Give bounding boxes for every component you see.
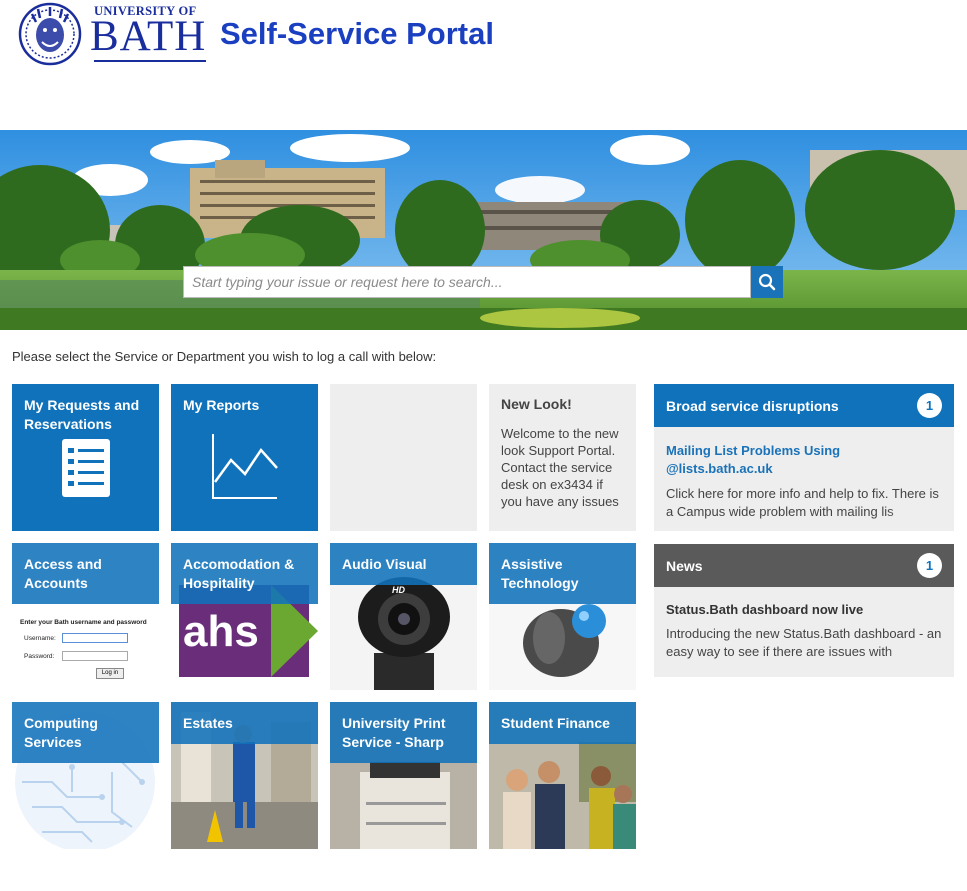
search-bar — [183, 266, 783, 298]
tile-accommodation[interactable]: ahs Accomodation & Hospitality — [171, 543, 318, 690]
seal-icon — [18, 2, 82, 66]
search-button[interactable] — [751, 266, 783, 298]
news-header[interactable]: News 1 — [654, 544, 954, 587]
disruptions-panel: Broad service disruptions 1 Mailing List… — [654, 384, 954, 531]
news-item-title[interactable]: Status.Bath dashboard now live — [666, 602, 863, 617]
new-look-tile: New Look! Welcome to the new look Suppor… — [489, 384, 636, 531]
tile-access-accounts[interactable]: Enter your Bath username and password Us… — [12, 543, 159, 690]
tile-label: Access and Accounts — [24, 556, 102, 591]
hero-banner — [0, 130, 967, 330]
logo-underline — [94, 60, 206, 62]
page-header: UNIVERSITY OF BATH Self-Service Portal — [0, 0, 967, 130]
tile-label: University Print Service - Sharp — [342, 715, 446, 750]
news-panel: News 1 Status.Bath dashboard now live In… — [654, 544, 954, 677]
disruptions-body: Mailing List Problems Using @lists.bath.… — [654, 427, 954, 531]
tile-my-requests[interactable]: My Requests and Reservations — [12, 384, 159, 531]
text-fade — [884, 643, 954, 661]
tile-student-finance[interactable]: Student Finance — [489, 702, 636, 849]
login-button-image: Log in — [96, 668, 124, 679]
search-input[interactable] — [183, 266, 751, 298]
tile-label: Assistive Technology — [501, 556, 579, 591]
empty-tile — [330, 384, 477, 531]
disruptions-count-badge: 1 — [917, 393, 942, 418]
tile-label: Student Finance — [501, 715, 610, 731]
tile-audio-visual[interactable]: HD Audio Visual — [330, 543, 477, 690]
tile-computing-services[interactable]: Computing Services — [12, 702, 159, 849]
tile-label: My Requests and Reservations — [24, 397, 140, 432]
new-look-title: New Look! — [501, 396, 572, 412]
news-count-badge: 1 — [917, 553, 942, 578]
university-logo[interactable]: UNIVERSITY OF BATH — [18, 2, 208, 66]
disruptions-header[interactable]: Broad service disruptions 1 — [654, 384, 954, 427]
tile-assistive-technology[interactable]: Assistive Technology — [489, 543, 636, 690]
login-password-box — [62, 651, 128, 661]
tile-my-reports[interactable]: My Reports — [171, 384, 318, 531]
login-username-box — [62, 633, 128, 643]
tile-label: Audio Visual — [342, 556, 427, 572]
tile-estates[interactable]: Estates — [171, 702, 318, 849]
campus-photo — [0, 130, 967, 330]
login-username-label: Username: — [24, 635, 56, 642]
line-chart-icon — [212, 434, 278, 499]
tile-label: My Reports — [183, 397, 260, 413]
login-form-title: Enter your Bath username and password — [20, 619, 147, 626]
search-icon — [758, 273, 776, 291]
text-fade — [884, 503, 954, 521]
news-title: News — [666, 558, 703, 574]
login-password-label: Password: — [24, 653, 55, 660]
new-look-body: Welcome to the new look Support Portal. … — [501, 426, 619, 509]
tile-university-print[interactable]: University Print Service - Sharp — [330, 702, 477, 849]
page-title: Self-Service Portal — [220, 16, 494, 51]
disruption-link[interactable]: Mailing List Problems Using @lists.bath.… — [666, 442, 946, 478]
tile-label: Estates — [183, 715, 233, 731]
tile-label: Computing Services — [24, 715, 98, 750]
logo-bath-text: BATH — [90, 13, 207, 60]
intro-text: Please select the Service or Department … — [12, 349, 437, 364]
tile-label: Accomodation & Hospitality — [183, 556, 295, 591]
news-body: Status.Bath dashboard now live Introduci… — [654, 587, 954, 677]
ahs-logo-text: ahs — [183, 607, 259, 656]
webcam-hd-text: HD — [392, 585, 405, 595]
disruptions-title: Broad service disruptions — [666, 398, 839, 414]
list-icon — [62, 439, 110, 497]
